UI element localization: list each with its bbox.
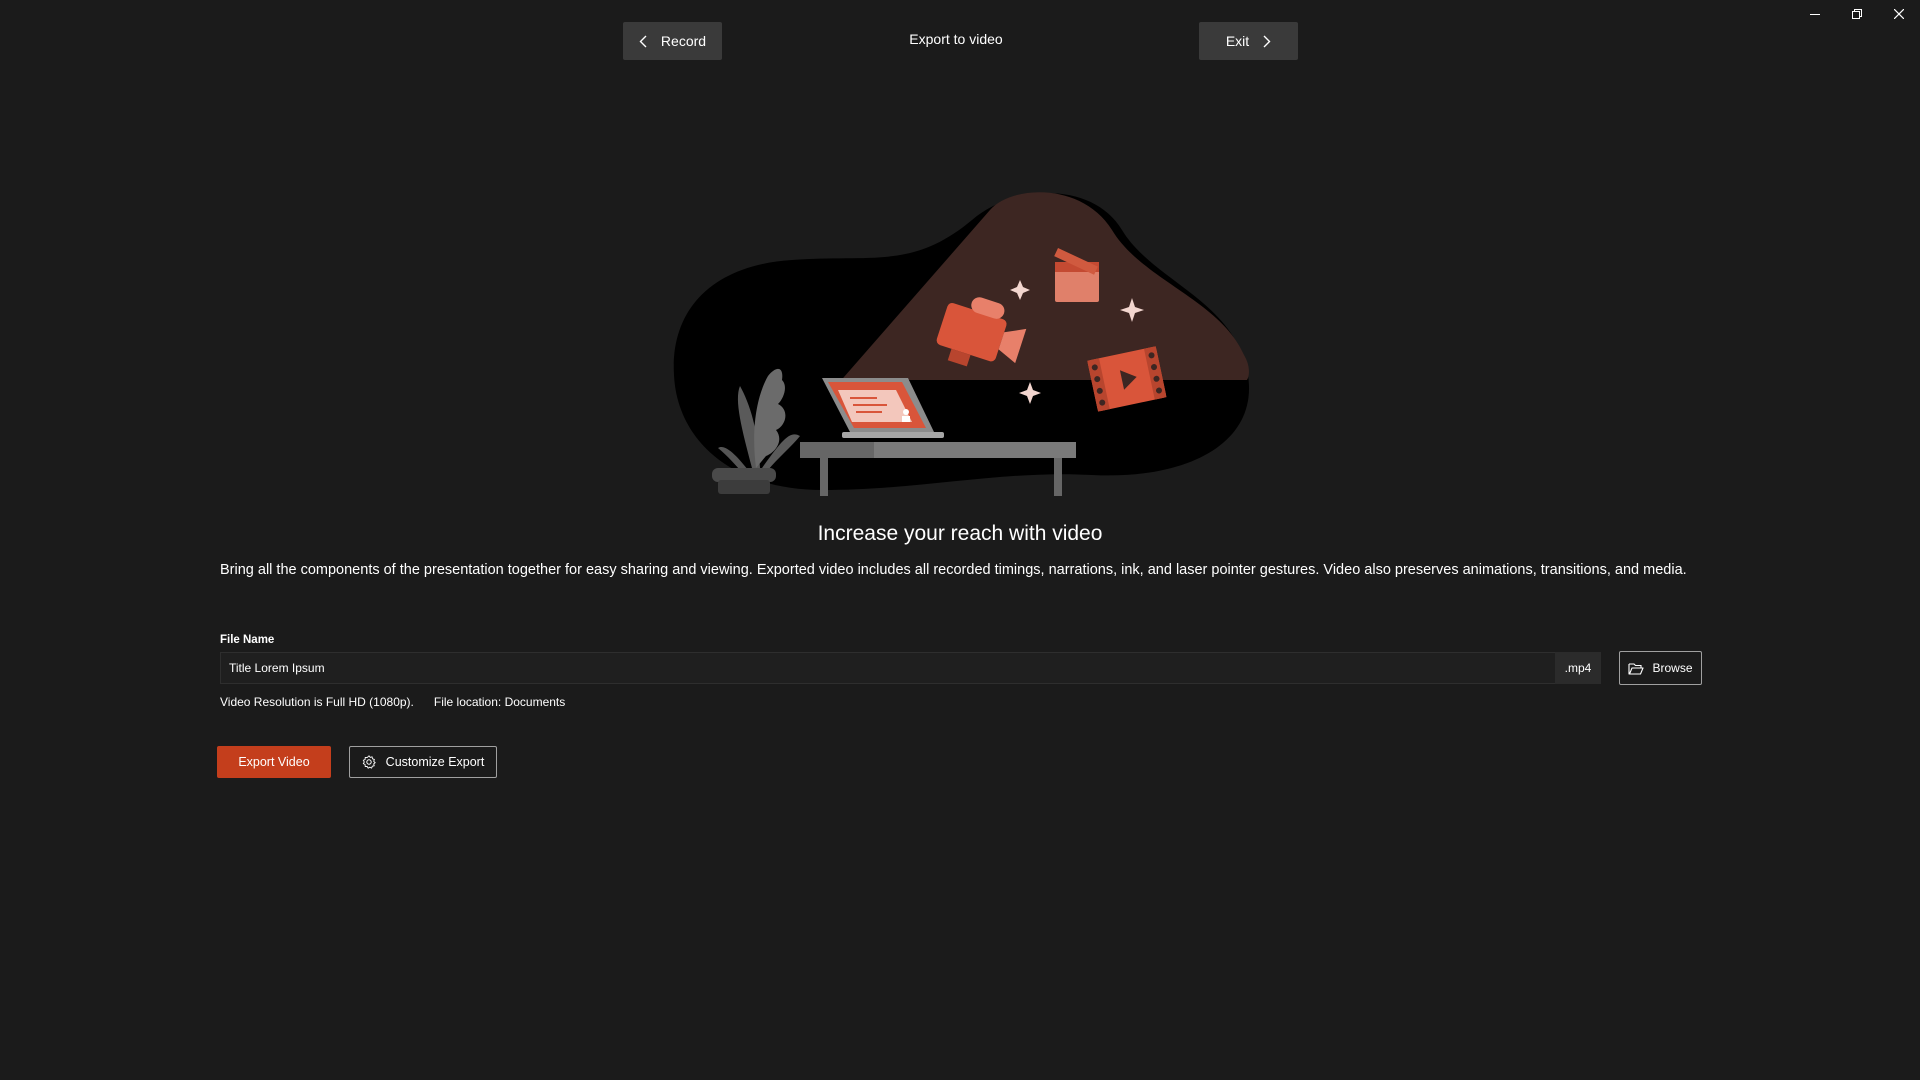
exit-button[interactable]: Exit — [1199, 22, 1298, 60]
chevron-left-icon — [639, 35, 647, 47]
export-video-button[interactable]: Export Video — [217, 746, 331, 778]
browse-button[interactable]: Browse — [1619, 651, 1702, 685]
minimize-button[interactable] — [1794, 0, 1836, 28]
chevron-right-icon — [1263, 35, 1271, 47]
restore-icon — [1852, 9, 1862, 19]
browse-label: Browse — [1652, 661, 1693, 675]
exit-label: Exit — [1225, 33, 1250, 49]
restore-button[interactable] — [1836, 0, 1878, 28]
window-controls — [1794, 0, 1920, 28]
main-description: Bring all the components of the presenta… — [220, 562, 1687, 578]
back-record-button[interactable]: Record — [623, 22, 722, 60]
file-name-input[interactable] — [220, 652, 1555, 684]
gear-icon — [362, 755, 376, 769]
customize-export-label: Customize Export — [385, 755, 485, 769]
page-title: Export to video — [909, 31, 1003, 47]
video-export-illustration — [673, 192, 1250, 496]
resolution-text: Video Resolution is Full HD (1080p). — [220, 695, 414, 709]
main-heading: Increase your reach with video — [817, 522, 1103, 545]
customize-export-button[interactable]: Customize Export — [349, 746, 497, 778]
file-name-label: File Name — [220, 634, 275, 646]
minimize-icon — [1810, 14, 1820, 15]
close-button[interactable] — [1878, 0, 1920, 28]
back-record-label: Record — [660, 33, 707, 49]
folder-open-icon — [1628, 662, 1645, 675]
export-video-label: Export Video — [238, 755, 310, 769]
close-icon — [1894, 9, 1904, 19]
file-extension: .mp4 — [1555, 652, 1601, 684]
export-info: Video Resolution is Full HD (1080p). Fil… — [220, 695, 565, 709]
location-text: File location: Documents — [433, 695, 566, 709]
